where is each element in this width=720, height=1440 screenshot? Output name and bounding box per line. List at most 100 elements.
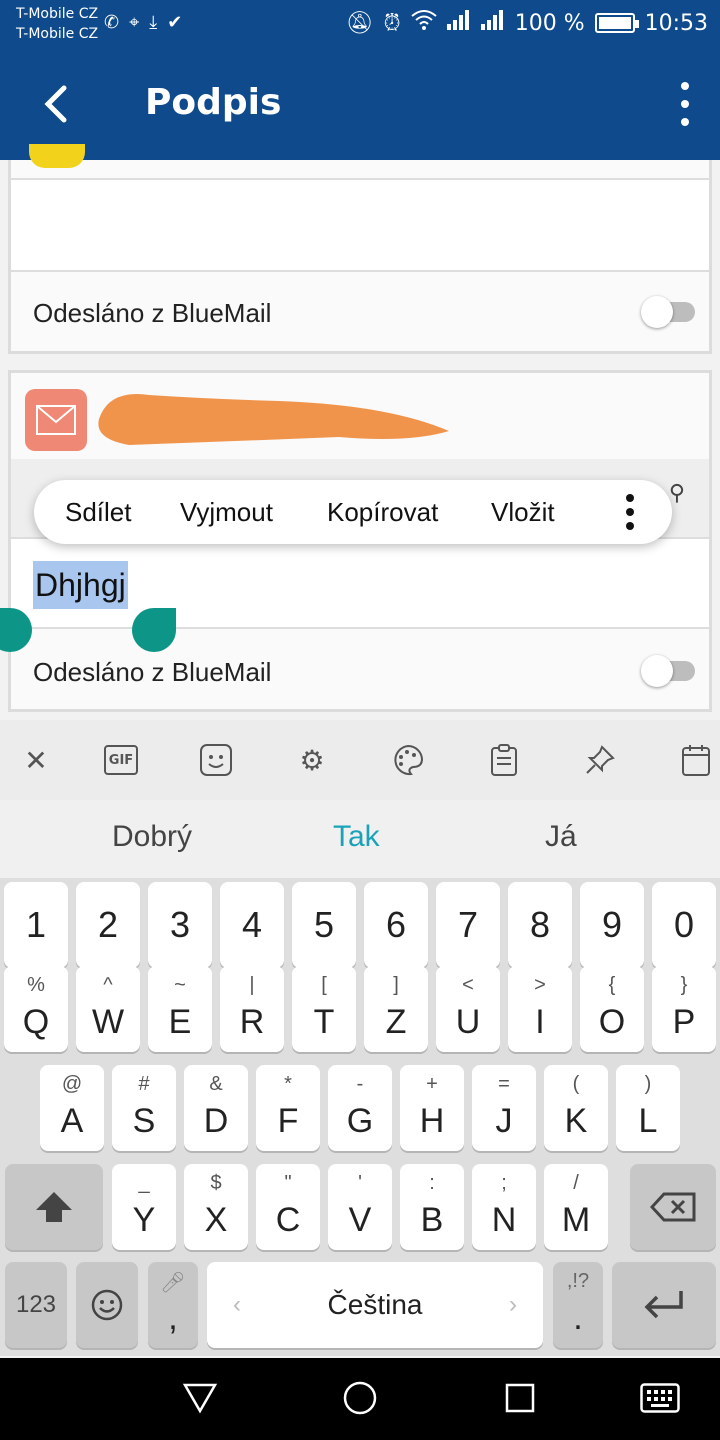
carrier-1: T-Mobile CZ (16, 6, 99, 22)
wifi-icon (411, 10, 437, 36)
key-letter: Q (22, 1003, 50, 1041)
number-key[interactable]: 1 (4, 882, 68, 968)
nav-recents-icon[interactable] (500, 1378, 540, 1418)
number-key[interactable]: 7 (436, 882, 500, 968)
clipboard-icon[interactable] (484, 740, 524, 780)
number-key[interactable]: 6 (364, 882, 428, 968)
share-menu-item[interactable]: Sdílet (65, 497, 132, 528)
letter-key[interactable]: (K (544, 1065, 608, 1151)
letter-key[interactable]: / M (544, 1164, 608, 1250)
letter-key[interactable]: % Q (4, 966, 68, 1052)
letter-key[interactable]: # S (112, 1065, 176, 1151)
sent-from-toggle-2[interactable] (641, 655, 695, 687)
theme-icon[interactable] (388, 740, 428, 780)
sticker-icon[interactable] (196, 740, 236, 780)
gif-icon[interactable]: GIF (104, 745, 138, 775)
more-options-icon[interactable] (624, 494, 636, 530)
back-button[interactable] (30, 78, 82, 130)
backspace-key[interactable] (630, 1164, 716, 1250)
app-bar: Podpis (0, 48, 720, 160)
shift-key[interactable] (5, 1164, 103, 1250)
key-label: 0 (673, 904, 695, 945)
calendar-icon[interactable] (676, 740, 716, 780)
status-right: 🔕︎ ⏰︎ 100 % 10:53 (346, 10, 708, 36)
letter-key[interactable]: > I (508, 966, 572, 1052)
letter-key[interactable]: ; N (472, 1164, 536, 1250)
letter-key[interactable]: ' V (328, 1164, 392, 1250)
signal-icon (480, 10, 505, 36)
letter-key[interactable]: " C (256, 1164, 320, 1250)
key-letter: O (598, 1003, 626, 1041)
settings-icon[interactable]: ⚙ (292, 740, 332, 780)
account-avatar (29, 144, 85, 168)
key-letter: H (419, 1102, 445, 1140)
number-key[interactable]: 4 (220, 882, 284, 968)
key-letter: G (346, 1102, 374, 1140)
copy-menu-item[interactable]: Kopírovat (327, 497, 438, 528)
letter-key[interactable]: = J (472, 1065, 536, 1151)
suggestion-2[interactable]: Tak (333, 820, 380, 854)
letter-key[interactable]: ) L (616, 1065, 680, 1151)
signature-field-1[interactable] (11, 178, 709, 272)
letter-key[interactable]: } P (652, 966, 716, 1052)
sent-from-toggle-1[interactable] (641, 296, 695, 328)
number-key[interactable]: 3 (148, 882, 212, 968)
letter-key[interactable]: :B (400, 1164, 464, 1250)
suggestion-3[interactable]: Já (545, 820, 577, 854)
nav-home-icon[interactable] (340, 1378, 380, 1418)
maps-icon: ⌖ (129, 12, 140, 33)
letter-key[interactable]: ^ W (76, 966, 140, 1052)
letter-key[interactable]: < U (436, 966, 500, 1052)
key-symbol: ] (393, 974, 399, 996)
space-key[interactable]: ‹ Čeština › (207, 1262, 543, 1348)
letter-key[interactable]: ] Z (364, 966, 428, 1052)
letter-key[interactable]: _ Y (112, 1164, 176, 1250)
letter-key[interactable]: & D (184, 1065, 248, 1151)
key-symbol: [ (321, 974, 327, 996)
key-letter: B (420, 1201, 444, 1239)
number-key[interactable]: 2 (76, 882, 140, 968)
key-letter: K (564, 1102, 588, 1140)
key-label: 4 (241, 904, 263, 945)
carrier-2: T-Mobile CZ (16, 26, 99, 42)
mail-icon (25, 389, 87, 451)
battery-icon (594, 13, 639, 33)
cut-menu-item[interactable]: Vyjmout (180, 497, 273, 528)
letter-key[interactable]: ~ E (148, 966, 212, 1052)
nav-back-icon[interactable] (180, 1378, 220, 1418)
key-letter: S (132, 1102, 156, 1140)
comma-key[interactable]: 🎤︎ , (148, 1262, 198, 1348)
key-label: 7 (457, 904, 479, 945)
key-symbol: & (209, 1073, 223, 1095)
letter-key[interactable]: {O (580, 966, 644, 1052)
number-key[interactable]: 0 (652, 882, 716, 968)
letter-key[interactable]: * F (256, 1065, 320, 1151)
suggestion-bar: Dobrý Tak Já (0, 800, 720, 878)
letter-key[interactable]: @ A (40, 1065, 104, 1151)
selected-signature-text[interactable]: Dhjhgj (33, 561, 128, 609)
letter-key[interactable]: | R (220, 966, 284, 1052)
letter-key[interactable]: [T (292, 966, 356, 1052)
pin-icon[interactable] (580, 740, 620, 780)
period-key[interactable]: ,!? . (553, 1262, 603, 1348)
emoji-key[interactable] (76, 1262, 138, 1348)
paste-menu-item[interactable]: Vložit (491, 497, 555, 528)
suggestion-1[interactable]: Dobrý (112, 820, 192, 854)
symbols-key[interactable]: 123 (5, 1262, 67, 1348)
attachment-icon[interactable]: ⚲ (669, 481, 685, 506)
more-vert-icon[interactable] (670, 82, 700, 126)
letter-key[interactable]: $ X (184, 1164, 248, 1250)
key-symbol: _ (138, 1172, 150, 1194)
carrier-labels: T-Mobile CZ T-Mobile CZ (16, 4, 98, 44)
letter-key[interactable]: + H (400, 1065, 464, 1151)
enter-key[interactable] (612, 1262, 716, 1348)
close-icon[interactable]: ✕ (16, 740, 56, 780)
selection-handle-end[interactable] (132, 608, 176, 652)
number-key[interactable]: 9 (580, 882, 644, 968)
letter-key[interactable]: -G (328, 1065, 392, 1151)
number-key[interactable]: 8 (508, 882, 572, 968)
key-symbol: | (249, 974, 255, 996)
number-key[interactable]: 5 (292, 882, 356, 968)
redacted-account-name (98, 394, 449, 445)
keyboard-icon[interactable] (640, 1378, 680, 1418)
